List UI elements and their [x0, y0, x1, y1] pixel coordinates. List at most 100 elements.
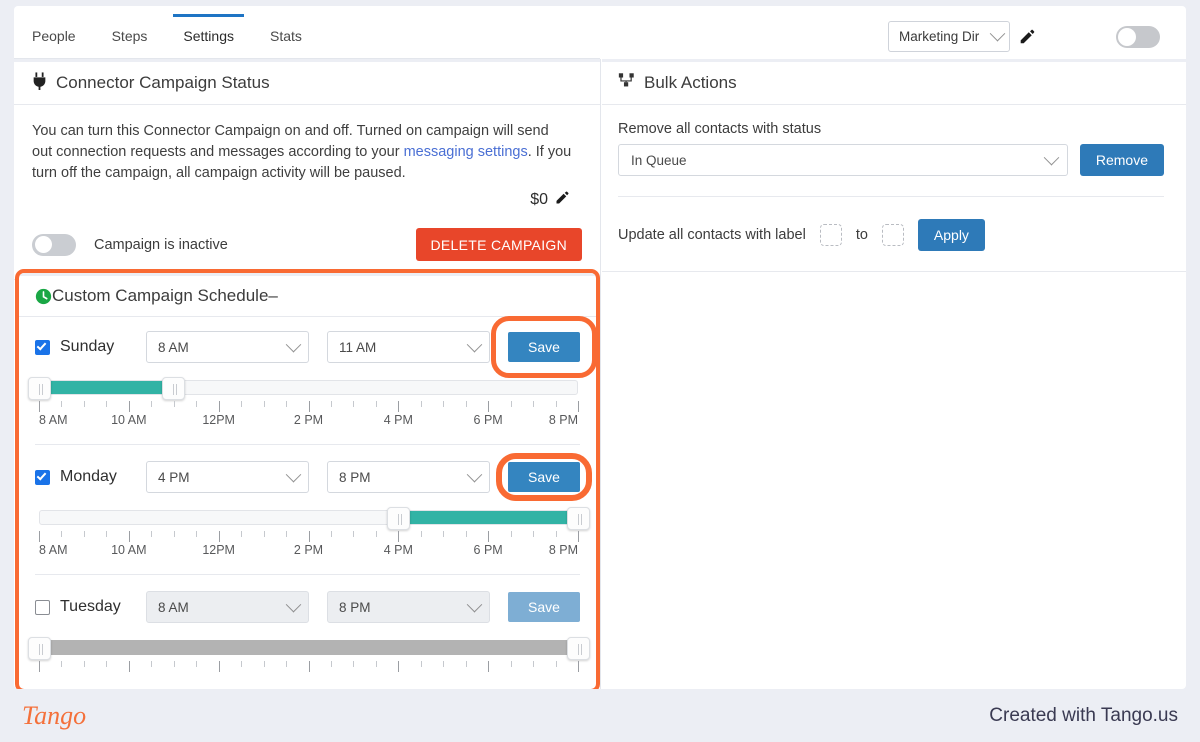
clock-icon — [35, 288, 52, 305]
apply-button[interactable]: Apply — [917, 219, 985, 251]
account-select[interactable]: Marketing Dir — [888, 21, 1010, 52]
slider-handle-start[interactable] — [27, 637, 51, 660]
bulk-panel-header: Bulk Actions — [602, 59, 1186, 105]
save-button-tuesday[interactable]: Save — [508, 592, 580, 622]
tick-label: 8 AM — [39, 413, 68, 427]
account-select-value: Marketing Dir — [899, 29, 980, 44]
tick-label: 10 AM — [111, 413, 147, 427]
plug-icon — [32, 71, 47, 95]
save-slot-tuesday: Save — [508, 592, 580, 622]
end-time-select-sunday[interactable]: 11 AM — [327, 331, 490, 363]
tick-label: 6 PM — [473, 413, 503, 427]
settings-body: Connector Campaign Status You can turn t… — [14, 59, 1186, 689]
slider-sunday: 8 AM 10 AM 12PM 2 PM 4 PM 6 PM 8 PM — [27, 377, 580, 430]
day-checkbox-tuesday[interactable] — [35, 599, 50, 615]
schedule-row-monday: Monday 4 PM 8 PM Save — [35, 453, 592, 501]
save-button-monday[interactable]: Save — [508, 462, 580, 492]
remove-status-select[interactable]: In Queue — [618, 144, 1068, 176]
remove-button[interactable]: Remove — [1079, 144, 1164, 176]
row-separator — [35, 444, 580, 445]
day-checkbox-sunday[interactable] — [35, 339, 50, 355]
connector-campaign-panel: Connector Campaign Status You can turn t… — [14, 59, 600, 280]
campaign-budget-row: $0 — [32, 190, 582, 210]
day-checkbox-monday[interactable] — [35, 469, 50, 485]
campaign-active-toggle[interactable] — [32, 233, 76, 256]
day-label: Sunday — [60, 338, 115, 355]
slider-handle-start[interactable] — [27, 377, 51, 400]
tab-people[interactable]: People — [14, 14, 94, 58]
tick-label: 12PM — [202, 543, 235, 557]
header-toggle-switch[interactable] — [1116, 25, 1160, 48]
start-time-select-monday[interactable]: 4 PM — [146, 461, 309, 493]
chevron-down-icon — [285, 596, 302, 612]
delete-campaign-button[interactable]: DELETE CAMPAIGN — [415, 228, 582, 261]
chevron-down-icon — [989, 25, 1006, 42]
tab-settings[interactable]: Settings — [165, 14, 252, 58]
slider-handle-end[interactable] — [566, 507, 590, 530]
row-separator — [35, 574, 580, 575]
slider-handle-end[interactable] — [566, 637, 590, 660]
toggle-knob — [35, 236, 52, 253]
chevron-down-icon — [466, 336, 483, 352]
panel-title: Connector Campaign Status — [56, 73, 270, 92]
end-time-select-monday[interactable]: 8 PM — [327, 461, 490, 493]
schedule-row-sunday: Sunday 8 AM 11 AM Save — [35, 316, 596, 378]
tab-label: Settings — [183, 28, 234, 44]
end-time-select-tuesday[interactable]: 8 PM — [327, 591, 490, 623]
slider-tuesday — [27, 637, 590, 672]
tick-label: 6 PM — [473, 543, 503, 557]
label-from-picker[interactable] — [819, 224, 842, 246]
end-time-value: 8 PM — [339, 469, 371, 485]
update-to-text: to — [855, 227, 868, 243]
edit-pencil-icon[interactable] — [1019, 28, 1036, 45]
tango-logo: Tango — [22, 701, 87, 730]
connector-panel-body: You can turn this Connector Campaign on … — [14, 105, 600, 279]
campaign-status-row: Campaign is inactive DELETE CAMPAIGN — [32, 228, 582, 261]
edit-pencil-icon[interactable] — [555, 190, 570, 210]
slider-track-wrap — [27, 637, 590, 660]
update-label-row: Update all contacts with label to Apply — [618, 219, 1164, 251]
bulk-panel-body: Remove all contacts with status In Queue… — [602, 105, 1186, 271]
end-time-value: 8 PM — [339, 599, 371, 615]
tab-stats[interactable]: Stats — [252, 14, 320, 58]
tab-label: Steps — [111, 28, 148, 44]
save-button-sunday[interactable]: Save — [508, 332, 580, 362]
minus-icon[interactable]: – — [268, 286, 277, 306]
start-time-select-tuesday[interactable]: 8 AM — [146, 591, 309, 623]
messaging-settings-link[interactable]: messaging settings — [404, 144, 528, 160]
tick-label: 10 AM — [111, 543, 147, 557]
check-icon — [36, 339, 47, 351]
schedule-row-tuesday: Tuesday 8 AM 8 PM Save — [35, 591, 580, 623]
tab-label: People — [32, 28, 76, 44]
tick-label: 8 PM — [548, 413, 578, 427]
slider-track-wrap — [27, 377, 578, 400]
end-time-value: 11 AM — [339, 339, 377, 355]
slider-ticks — [39, 401, 579, 412]
left-column: Connector Campaign Status You can turn t… — [14, 59, 601, 689]
check-icon — [36, 469, 47, 481]
remove-status-value: In Queue — [631, 152, 687, 168]
save-slot-monday: Save — [496, 453, 592, 501]
chevron-down-icon — [1043, 149, 1060, 165]
slider-track[interactable] — [39, 640, 578, 655]
day-label: Tuesday — [60, 598, 121, 615]
update-label-text: Update all contacts with label — [618, 227, 806, 243]
campaign-status-label: Campaign is inactive — [94, 236, 228, 253]
tab-steps[interactable]: Steps — [94, 14, 166, 58]
screenshot-root: People Steps Settings Stats Marketing Di… — [0, 0, 1200, 742]
tick-label: 8 PM — [548, 543, 578, 557]
tick-label: 4 PM — [383, 413, 413, 427]
slider-ticks — [39, 531, 579, 542]
schedule-panel-header: Custom Campaign Schedule – — [19, 273, 596, 317]
bulk-actions-panel: Bulk Actions Remove all contacts with st… — [602, 59, 1186, 272]
start-time-select-sunday[interactable]: 8 AM — [146, 331, 309, 363]
schedule-panel-body: Sunday 8 AM 11 AM Save 8 AM 10 AM 12PM 2… — [19, 316, 596, 672]
label-to-picker[interactable] — [881, 224, 904, 246]
sitemap-icon — [618, 72, 635, 94]
custom-campaign-schedule-panel: Custom Campaign Schedule – Sunday 8 AM 1… — [15, 269, 600, 689]
slider-track-wrap — [39, 507, 590, 530]
remove-status-label: Remove all contacts with status — [618, 121, 822, 137]
toggle-knob — [1118, 27, 1136, 46]
slider-handle-start[interactable] — [387, 507, 410, 530]
slider-handle-end[interactable] — [162, 377, 186, 400]
